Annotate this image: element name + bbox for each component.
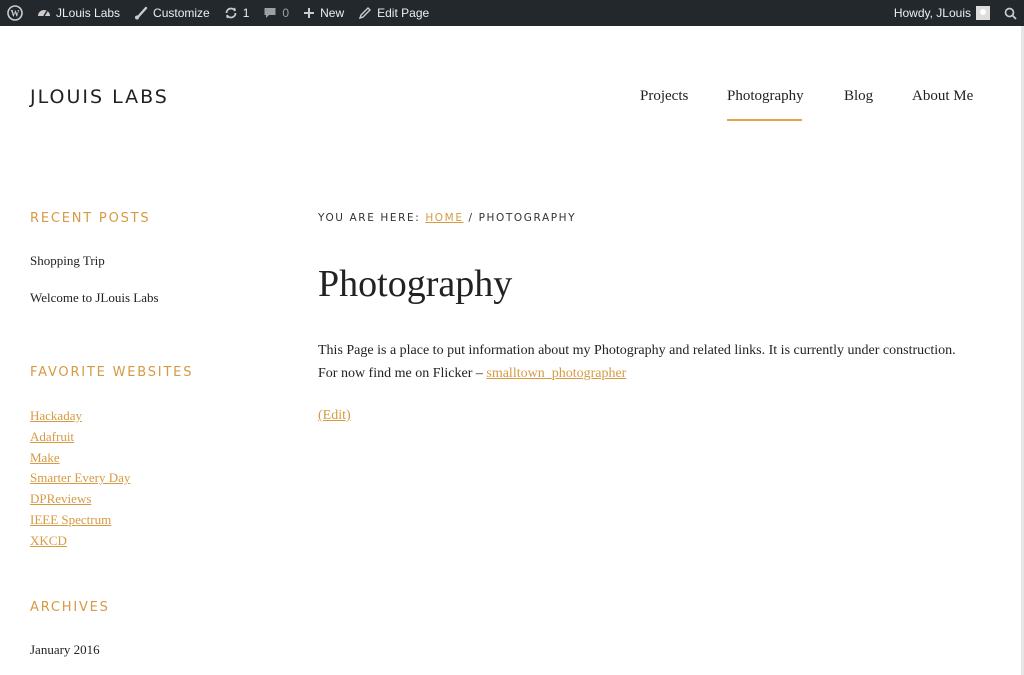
avatar [976, 6, 990, 20]
pencil-icon [358, 6, 372, 20]
primary-nav: Projects Photography Blog About Me [0, 88, 1024, 128]
recent-post-link[interactable]: Shopping Trip [30, 253, 105, 269]
page-body: This Page is a place to put information … [318, 339, 998, 385]
refresh-icon [224, 6, 238, 20]
customize-label: Customize [153, 6, 210, 20]
howdy-label: Howdy, JLouis [893, 6, 971, 20]
edit-page-label: Edit Page [377, 6, 430, 20]
new-content-menu[interactable]: New [296, 0, 351, 26]
edit-link[interactable]: (Edit) [318, 408, 351, 424]
archives-title: ARCHIVES [30, 600, 110, 615]
nav-item-blog[interactable]: Blog [844, 88, 873, 105]
favorite-link-make[interactable]: Make [30, 450, 60, 466]
updates-count: 1 [242, 6, 250, 20]
breadcrumb-prefix: YOU ARE HERE: [318, 212, 426, 224]
intro-paragraph: This Page is a place to put information … [318, 343, 956, 358]
breadcrumb-separator: / [463, 212, 479, 224]
nav-item-photography[interactable]: Photography [727, 88, 804, 105]
favorite-link-hackaday[interactable]: Hackaday [30, 408, 82, 424]
admin-bar: W JLouis Labs Customize 1 0 New Edit Pag… [0, 0, 1024, 26]
nav-item-projects[interactable]: Projects [640, 88, 688, 105]
site-name-menu[interactable]: JLouis Labs [30, 0, 127, 26]
active-nav-indicator [727, 119, 802, 121]
svg-text:W: W [11, 9, 20, 19]
breadcrumb: YOU ARE HERE: HOME / PHOTOGRAPHY [318, 212, 576, 224]
wordpress-logo-icon: W [7, 5, 23, 21]
recent-post-link[interactable]: Welcome to JLouis Labs [30, 290, 159, 306]
flickr-link[interactable]: smalltown_photographer [486, 366, 626, 381]
favorite-link-dpreviews[interactable]: DPReviews [30, 491, 91, 507]
breadcrumb-current: PHOTOGRAPHY [478, 212, 577, 224]
plus-icon [303, 7, 315, 19]
dashboard-icon [37, 6, 51, 20]
comment-icon [263, 6, 277, 20]
comments-menu[interactable]: 0 [256, 0, 296, 26]
comments-count: 0 [282, 6, 290, 20]
admin-search[interactable] [997, 0, 1024, 26]
favorite-websites-title: FAVORITE WEBSITES [30, 365, 194, 380]
updates-menu[interactable]: 1 [217, 0, 257, 26]
wordpress-menu[interactable]: W [0, 0, 30, 26]
search-icon [1004, 7, 1017, 20]
favorite-link-adafruit[interactable]: Adafruit [30, 429, 74, 445]
page-title: Photography [318, 263, 513, 305]
favorite-link-ieee-spectrum[interactable]: IEEE Spectrum [30, 512, 111, 528]
flickr-paragraph: For now find me on Flicker – smalltown_p… [318, 362, 998, 385]
account-menu[interactable]: Howdy, JLouis [887, 0, 997, 26]
favorite-link-smarter-every-day[interactable]: Smarter Every Day [30, 470, 130, 486]
customize-menu[interactable]: Customize [127, 0, 217, 26]
nav-item-about-me[interactable]: About Me [912, 88, 973, 105]
archive-link-january-2016[interactable]: January 2016 [30, 642, 100, 658]
breadcrumb-home-link[interactable]: HOME [425, 212, 463, 224]
edit-page-menu[interactable]: Edit Page [351, 0, 436, 26]
recent-posts-title: RECENT POSTS [30, 211, 151, 226]
flickr-paragraph-text: For now find me on Flicker – [318, 366, 487, 381]
site-name-label: JLouis Labs [56, 6, 121, 20]
favorite-link-xkcd[interactable]: XKCD [30, 533, 67, 549]
brush-icon [134, 6, 148, 20]
new-label: New [320, 6, 345, 20]
